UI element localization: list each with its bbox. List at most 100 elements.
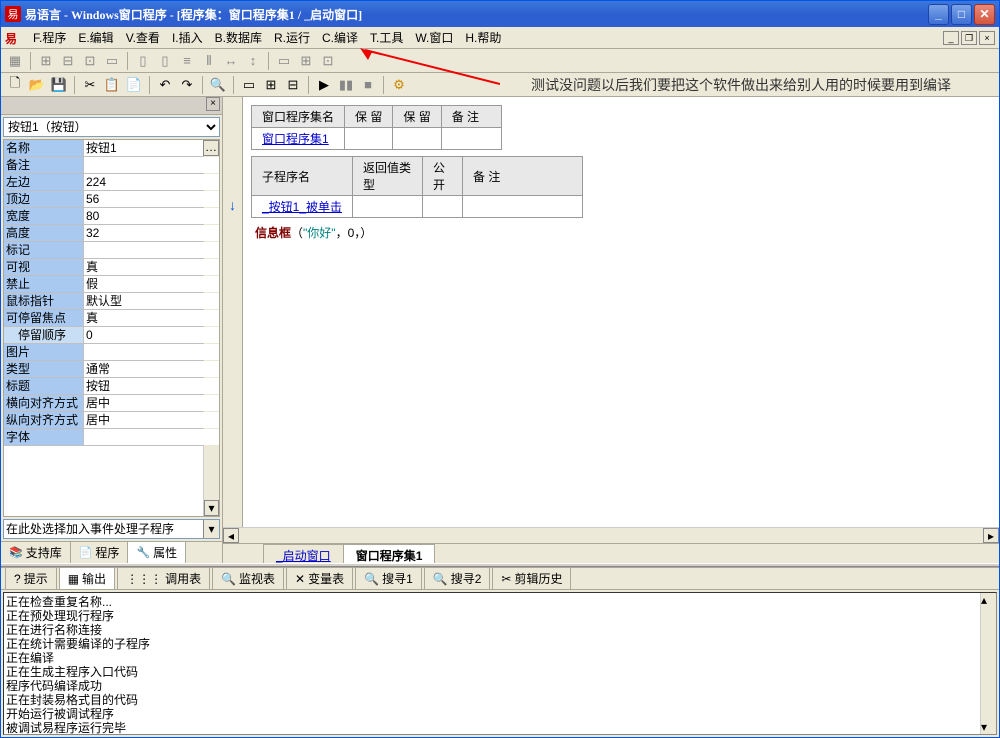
menu-edit[interactable]: E.编辑	[72, 27, 119, 48]
property-value[interactable]: 真	[84, 259, 219, 275]
property-row[interactable]: 类型通常	[4, 361, 219, 378]
mdi-restore[interactable]: ❐	[961, 31, 977, 45]
property-row[interactable]: 鼠标指针默认型	[4, 293, 219, 310]
horizontal-scrollbar[interactable]: ◂ ▸	[223, 527, 999, 543]
cut-icon[interactable]: ✂	[80, 75, 100, 95]
left-tab[interactable]: 🔧属性	[128, 542, 186, 563]
menu-help[interactable]: H.帮助	[459, 27, 507, 48]
property-row[interactable]: 名称按钮1…	[4, 140, 219, 157]
property-value[interactable]: 居中	[84, 412, 219, 428]
property-row[interactable]: 备注	[4, 157, 219, 174]
tb-align-left-icon[interactable]: ▦	[5, 51, 25, 71]
tb-icon[interactable]: ⊡	[318, 51, 338, 71]
property-row[interactable]: 可视真	[4, 259, 219, 276]
scroll-left-button[interactable]: ◂	[223, 528, 239, 543]
tb-icon[interactable]: ⊞	[36, 51, 56, 71]
left-tab[interactable]: 📄程序	[71, 542, 129, 563]
property-value[interactable]: 0	[84, 327, 219, 343]
new-icon[interactable]: 🗋	[5, 75, 25, 95]
property-value[interactable]	[84, 242, 219, 258]
left-tab[interactable]: 📚支持库	[1, 542, 71, 563]
tb-icon[interactable]: ↕	[243, 51, 263, 71]
bottom-tab[interactable]: ✂剪辑历史	[492, 567, 571, 590]
redo-icon[interactable]: ↷	[177, 75, 197, 95]
open-icon[interactable]: 📂	[27, 75, 47, 95]
property-grid[interactable]: ▴ ▾ 名称按钮1…备注左边224顶边56宽度80高度32标记可视真禁止假鼠标指…	[3, 139, 220, 517]
subroutine-link[interactable]: _按钮1_被单击	[252, 196, 353, 218]
bottom-tab[interactable]: ?提示	[5, 567, 57, 590]
event-selector[interactable]: 在此处选择加入事件处理子程序 ▾	[3, 519, 220, 539]
undo-icon[interactable]: ↶	[155, 75, 175, 95]
dropdown-icon[interactable]: ▾	[203, 520, 219, 538]
minimize-button[interactable]: _	[928, 4, 949, 25]
tool-icon[interactable]: ⚙	[389, 75, 409, 95]
tb-icon[interactable]: ▭	[102, 51, 122, 71]
panel-close-button[interactable]: ×	[206, 97, 220, 111]
form-icon[interactable]: ▭	[239, 75, 259, 95]
tb-icon[interactable]: ↔	[221, 51, 241, 71]
property-row[interactable]: 标题按钮	[4, 378, 219, 395]
code-tab[interactable]: 窗口程序集1	[343, 544, 436, 563]
pause-icon[interactable]: ▮▮	[336, 75, 356, 95]
tb-icon[interactable]: ▯	[155, 51, 175, 71]
menu-database[interactable]: B.数据库	[209, 27, 268, 48]
tb-icon[interactable]: ≡	[177, 51, 197, 71]
maximize-button[interactable]: □	[951, 4, 972, 25]
property-row[interactable]: 顶边56	[4, 191, 219, 208]
tb-icon[interactable]: ⫴	[199, 51, 219, 71]
property-value[interactable]: 32	[84, 225, 219, 241]
property-row[interactable]: 可停留焦点真	[4, 310, 219, 327]
mdi-minimize[interactable]: _	[943, 31, 959, 45]
tb-icon[interactable]: ▯	[133, 51, 153, 71]
bottom-tab[interactable]: 🔍监视表	[212, 567, 284, 590]
code-line[interactable]: 信息框（"你好"，0，）	[251, 224, 991, 241]
stop-icon[interactable]: ■	[358, 75, 378, 95]
property-row[interactable]: 横向对齐方式居中	[4, 395, 219, 412]
property-row[interactable]: 图片	[4, 344, 219, 361]
property-value[interactable]: 通常	[84, 361, 219, 377]
property-row[interactable]: 左边224	[4, 174, 219, 191]
property-value[interactable]: 真	[84, 310, 219, 326]
layout1-icon[interactable]: ⊞	[261, 75, 281, 95]
mdi-close[interactable]: ×	[979, 31, 995, 45]
menu-compile[interactable]: C.编译	[316, 27, 364, 48]
scroll-up-button[interactable]: ▴	[981, 593, 996, 607]
scroll-down-button[interactable]: ▾	[204, 500, 219, 516]
scroll-right-button[interactable]: ▸	[983, 528, 999, 543]
property-value[interactable]: 224	[84, 174, 219, 190]
property-row[interactable]: 停留顺序0	[4, 327, 219, 344]
menu-run[interactable]: R.运行	[268, 27, 316, 48]
property-value[interactable]: 80	[84, 208, 219, 224]
menu-view[interactable]: V.查看	[120, 27, 166, 48]
property-value[interactable]: 56	[84, 191, 219, 207]
property-value[interactable]: 假	[84, 276, 219, 292]
object-selector[interactable]: 按钮1（按钮）	[3, 117, 220, 137]
ellipsis-button[interactable]: …	[203, 140, 219, 156]
find-icon[interactable]: 🔍	[208, 75, 228, 95]
property-row[interactable]: 纵向对齐方式居中	[4, 412, 219, 429]
tb-icon[interactable]: ⊞	[296, 51, 316, 71]
property-value[interactable]: 居中	[84, 395, 219, 411]
property-value[interactable]	[84, 157, 219, 173]
bottom-tab[interactable]: 🔍搜寻2	[424, 567, 491, 590]
bottom-tab[interactable]: 🔍搜寻1	[355, 567, 422, 590]
property-row[interactable]: 宽度80	[4, 208, 219, 225]
menu-program[interactable]: F.程序	[27, 27, 72, 48]
menu-tools[interactable]: T.工具	[364, 27, 409, 48]
program-set-link[interactable]: 窗口程序集1	[252, 128, 345, 150]
property-value[interactable]: 默认型	[84, 293, 219, 309]
tb-icon[interactable]: ⊡	[80, 51, 100, 71]
code-tab[interactable]: _启动窗口	[263, 544, 344, 563]
property-value[interactable]	[84, 429, 219, 445]
tb-icon[interactable]: ▭	[274, 51, 294, 71]
bottom-tab[interactable]: ⋮⋮⋮调用表	[117, 567, 210, 590]
bottom-tab[interactable]: ✕变量表	[286, 567, 353, 590]
code-editor[interactable]: 窗口程序集名 保 留 保 留 备 注 窗口程序集1 子程序名	[243, 97, 999, 527]
close-button[interactable]: ✕	[974, 4, 995, 25]
property-row[interactable]: 标记	[4, 242, 219, 259]
paste-icon[interactable]: 📄	[124, 75, 144, 95]
layout2-icon[interactable]: ⊟	[283, 75, 303, 95]
property-value[interactable]: 按钮1…	[84, 140, 219, 156]
property-value[interactable]: 按钮	[84, 378, 219, 394]
menu-insert[interactable]: I.插入	[166, 27, 209, 48]
